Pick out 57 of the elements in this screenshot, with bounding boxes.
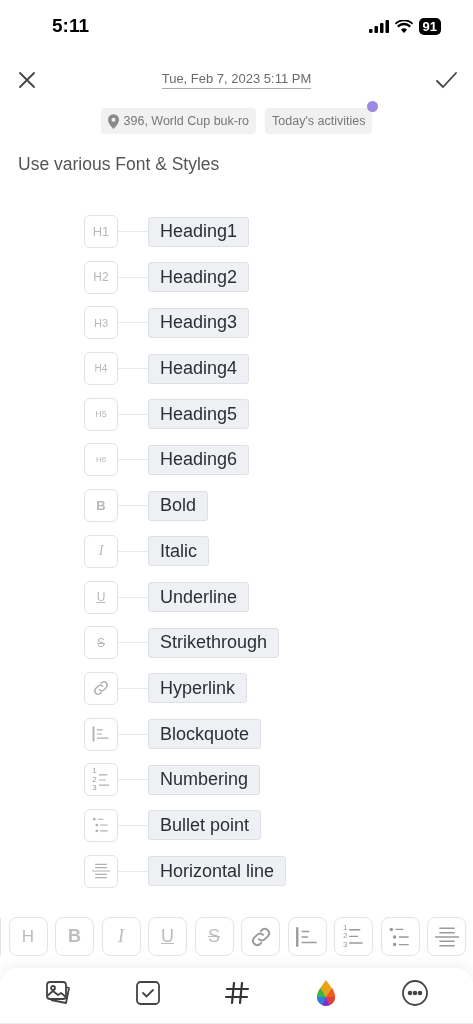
format-icon: S — [84, 626, 118, 660]
toolbar-button[interactable]: S — [194, 917, 234, 956]
lines-icon — [97, 771, 110, 788]
toolbar-button[interactable] — [380, 917, 420, 956]
status-time: 5:11 — [52, 15, 89, 37]
note-date[interactable]: Tue, Feb 7, 2023 5:11 PM — [161, 71, 312, 89]
style-label: Heading1 — [148, 216, 250, 247]
format-icon: H3 — [84, 306, 118, 340]
close-button[interactable] — [16, 69, 38, 91]
wifi-icon — [394, 19, 413, 33]
toolbar-button[interactable] — [427, 917, 466, 956]
style-label: Heading2 — [148, 262, 250, 293]
hashtag-icon[interactable] — [224, 979, 251, 1006]
signal-icon — [368, 19, 389, 33]
style-label: Hyperlink — [148, 673, 248, 704]
format-icon: H4 — [84, 352, 118, 386]
toolbar-button[interactable]: U — [148, 917, 187, 956]
location-tag[interactable]: 396, World Cup buk-ro — [100, 108, 257, 134]
style-label: Underline — [148, 582, 250, 612]
style-label: Heading4 — [148, 353, 250, 384]
gallery-icon[interactable] — [43, 978, 72, 1007]
battery-level: 91 — [418, 17, 441, 35]
tag-label: Today's activities — [272, 114, 366, 128]
toolbar-button[interactable]: H — [8, 917, 48, 956]
toolbar-button[interactable] — [241, 917, 280, 956]
toolbar-button[interactable] — [287, 917, 327, 956]
checkbox-icon[interactable] — [135, 979, 162, 1006]
tag-label: 396, World Cup buk-ro — [123, 114, 250, 128]
category-tag[interactable]: Today's activities — [265, 108, 373, 134]
note-text: Use various Font & Styles — [18, 154, 221, 175]
format-icon: H1 — [84, 215, 118, 248]
toolbar-button[interactable]: I — [101, 917, 141, 956]
blockquote-icon — [91, 724, 111, 745]
style-label: Bullet point — [148, 810, 262, 841]
lines-icon — [348, 926, 364, 947]
style-label: Heading3 — [148, 307, 250, 338]
style-label: Heading5 — [148, 399, 250, 430]
style-label: Italic — [148, 536, 209, 567]
style-label: Heading6 — [148, 444, 250, 475]
list-numbers: 1 2 3 — [92, 767, 97, 793]
more-icon[interactable] — [401, 978, 430, 1007]
style-label: Bold — [148, 490, 209, 521]
toolbar-button[interactable]: 1 2 3 — [334, 917, 373, 956]
toolbar-button[interactable]: B — [55, 917, 94, 956]
format-icon: B — [84, 489, 118, 523]
format-icon: I — [84, 534, 118, 568]
style-label: Strikethrough — [148, 627, 280, 658]
format-icon: H2 — [84, 260, 118, 294]
style-label: Horizontal line — [148, 856, 287, 887]
confirm-button[interactable] — [435, 69, 457, 91]
style-label: Numbering — [148, 764, 261, 795]
style-label: Blockquote — [148, 719, 262, 750]
pin-icon — [107, 113, 119, 129]
list-numbers: 1 2 3 — [342, 923, 348, 950]
format-icon: U — [84, 580, 118, 614]
format-icon: H6 — [84, 443, 118, 477]
format-icon: H5 — [84, 397, 118, 431]
